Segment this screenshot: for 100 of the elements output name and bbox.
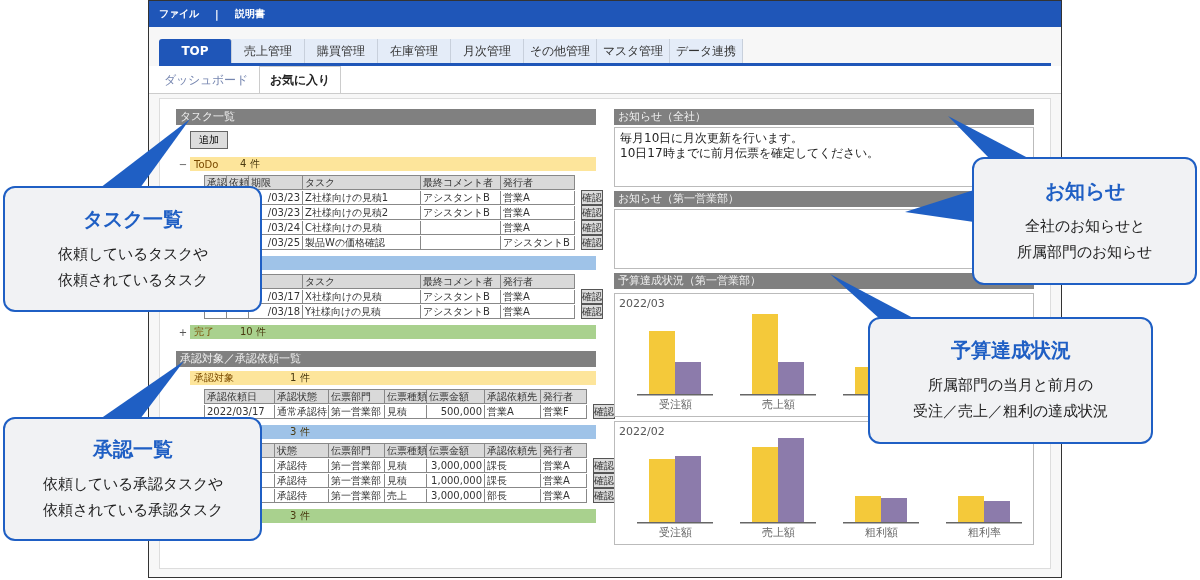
column-header: 最終コメント者 <box>421 275 501 289</box>
nav-tab[interactable]: その他管理 <box>524 39 597 63</box>
callout-text: 依頼している承認タスクや 依頼されている承認タスク <box>42 473 223 521</box>
table-cell: 500,000 <box>427 404 485 419</box>
column-header: 伝票部門 <box>329 390 385 404</box>
table-cell: 3,000,000 <box>427 458 485 473</box>
group-count: 3 件 <box>290 509 310 523</box>
nav-tab[interactable]: マスタ管理 <box>597 39 670 63</box>
table-cell: Z社様向けの見積1 <box>303 190 421 205</box>
callout-title: お知らせ <box>1044 177 1125 205</box>
category-label: 売上額 <box>761 526 795 539</box>
chart-title: 2022/02 <box>619 425 666 438</box>
callout-text: 所属部門の当月と前月の 受注／売上／粗利の達成状況 <box>913 375 1108 422</box>
column-header: 発行者 <box>501 176 575 190</box>
column-header: 最終コメント者 <box>421 176 501 190</box>
table-cell: 部長 <box>485 488 541 503</box>
nav-tab[interactable]: 購買管理 <box>305 39 378 63</box>
expand-toggle[interactable]: + <box>176 326 190 338</box>
confirm-button[interactable]: 確認 <box>581 205 603 220</box>
column-header: 伝票種類 <box>385 444 427 458</box>
column-header: 伝票金額 <box>427 390 485 404</box>
group-count: 10 件 <box>240 325 266 339</box>
section-header: 承認対象／承認依頼一覧 <box>176 351 596 367</box>
section-header: タスク一覧 <box>176 109 596 125</box>
chart-bar <box>855 496 881 522</box>
nav-tab[interactable]: TOP <box>159 39 232 63</box>
table-cell: 承認待 <box>275 473 329 488</box>
table-cell: C社様向けの見積 <box>303 220 421 235</box>
chart-title: 2022/03 <box>619 297 666 310</box>
table-cell: 見積 <box>385 458 427 473</box>
table-cell: Y社様向けの見積 <box>303 304 421 319</box>
sub-tab[interactable]: お気に入り <box>259 66 341 93</box>
table-cell: 営業A <box>485 404 541 419</box>
table-cell: アシスタントB <box>421 190 501 205</box>
confirm-button[interactable]: 確認 <box>593 458 615 473</box>
notice-text: 10日17時までに前月伝票を確定してください。 <box>620 146 880 161</box>
chart-bar <box>984 501 1010 522</box>
column-header: 状態 <box>275 444 329 458</box>
menu-item[interactable]: ファイル <box>159 7 199 21</box>
column-header: 承認依頼日 <box>205 390 275 404</box>
confirm-button[interactable]: 確認 <box>581 190 603 205</box>
table-cell: 営業A <box>501 289 575 304</box>
group-label: ToDo <box>194 158 220 170</box>
table-cell: アシスタントB <box>421 289 501 304</box>
column-header: 伝票種類 <box>385 390 427 404</box>
table-cell: 2022/03/17 <box>205 404 275 419</box>
nav-tab[interactable]: 在庫管理 <box>378 39 451 63</box>
table-cell: 承認待 <box>275 488 329 503</box>
column-header: 発行者 <box>501 275 575 289</box>
category-label: 受注額 <box>658 526 692 539</box>
table-cell: 売上 <box>385 488 427 503</box>
column-header: 伝票部門 <box>329 444 385 458</box>
table-cell: 第一営業部 <box>329 473 385 488</box>
nav-tab[interactable]: 売上管理 <box>232 39 305 63</box>
confirm-button[interactable]: 確認 <box>581 235 603 250</box>
confirm-button[interactable]: 確認 <box>581 220 603 235</box>
column-header: 期限 <box>249 176 303 190</box>
table-cell: 営業A <box>541 488 587 503</box>
confirm-button[interactable]: 確認 <box>581 289 603 304</box>
table-cell: 第一営業部 <box>329 458 385 473</box>
table-cell: 営業F <box>541 404 587 419</box>
category-label: 受注額 <box>658 398 692 411</box>
chart-bar <box>881 498 907 522</box>
nav-tab[interactable]: 月次管理 <box>451 39 524 63</box>
confirm-button[interactable]: 確認 <box>593 473 615 488</box>
category-label: 粗利率 <box>967 526 1001 539</box>
column-header: 伝票金額 <box>427 444 485 458</box>
confirm-button[interactable]: 確認 <box>593 488 615 503</box>
group-count: 1 件 <box>290 371 310 385</box>
table-cell: 営業A <box>501 205 575 220</box>
table-cell: 製品Wの価格確認 <box>303 235 421 250</box>
table-cell: 見積 <box>385 473 427 488</box>
table-cell: 営業A <box>501 190 575 205</box>
table-cell: アシスタントB <box>421 304 501 319</box>
section-header: お知らせ（全社） <box>614 109 1034 125</box>
chart-bar <box>649 459 675 522</box>
table-cell: Z社様向けの見積2 <box>303 205 421 220</box>
table-cell: 営業A <box>501 304 575 319</box>
category-label: 粗利額 <box>864 526 898 539</box>
column-header: タスク <box>303 176 421 190</box>
table-cell: 通常承認待 <box>275 404 329 419</box>
table-cell: アシスタントB <box>501 235 575 250</box>
group-label: 完了 <box>194 325 215 339</box>
confirm-button[interactable]: 確認 <box>581 304 603 319</box>
callout-title: 承認一覧 <box>92 435 173 463</box>
table-cell: 課長 <box>485 458 541 473</box>
table-cell: アシスタントB <box>421 205 501 220</box>
group-count: 4 件 <box>240 157 260 171</box>
add-button[interactable]: 追加 <box>190 131 228 149</box>
column-header: 承認依頼先 <box>485 444 541 458</box>
table-cell: 見積 <box>385 404 427 419</box>
nav-tab[interactable]: データ連携 <box>670 39 743 63</box>
menu-item[interactable]: 説明書 <box>234 7 265 21</box>
group-label: 承認対象 <box>194 371 235 385</box>
menu-item[interactable]: | <box>215 8 219 20</box>
table-cell: 第一営業部 <box>329 488 385 503</box>
confirm-button[interactable]: 確認 <box>593 404 615 419</box>
table-cell: 営業A <box>501 220 575 235</box>
chart-bar <box>675 456 701 522</box>
category-label: 売上額 <box>761 398 795 411</box>
